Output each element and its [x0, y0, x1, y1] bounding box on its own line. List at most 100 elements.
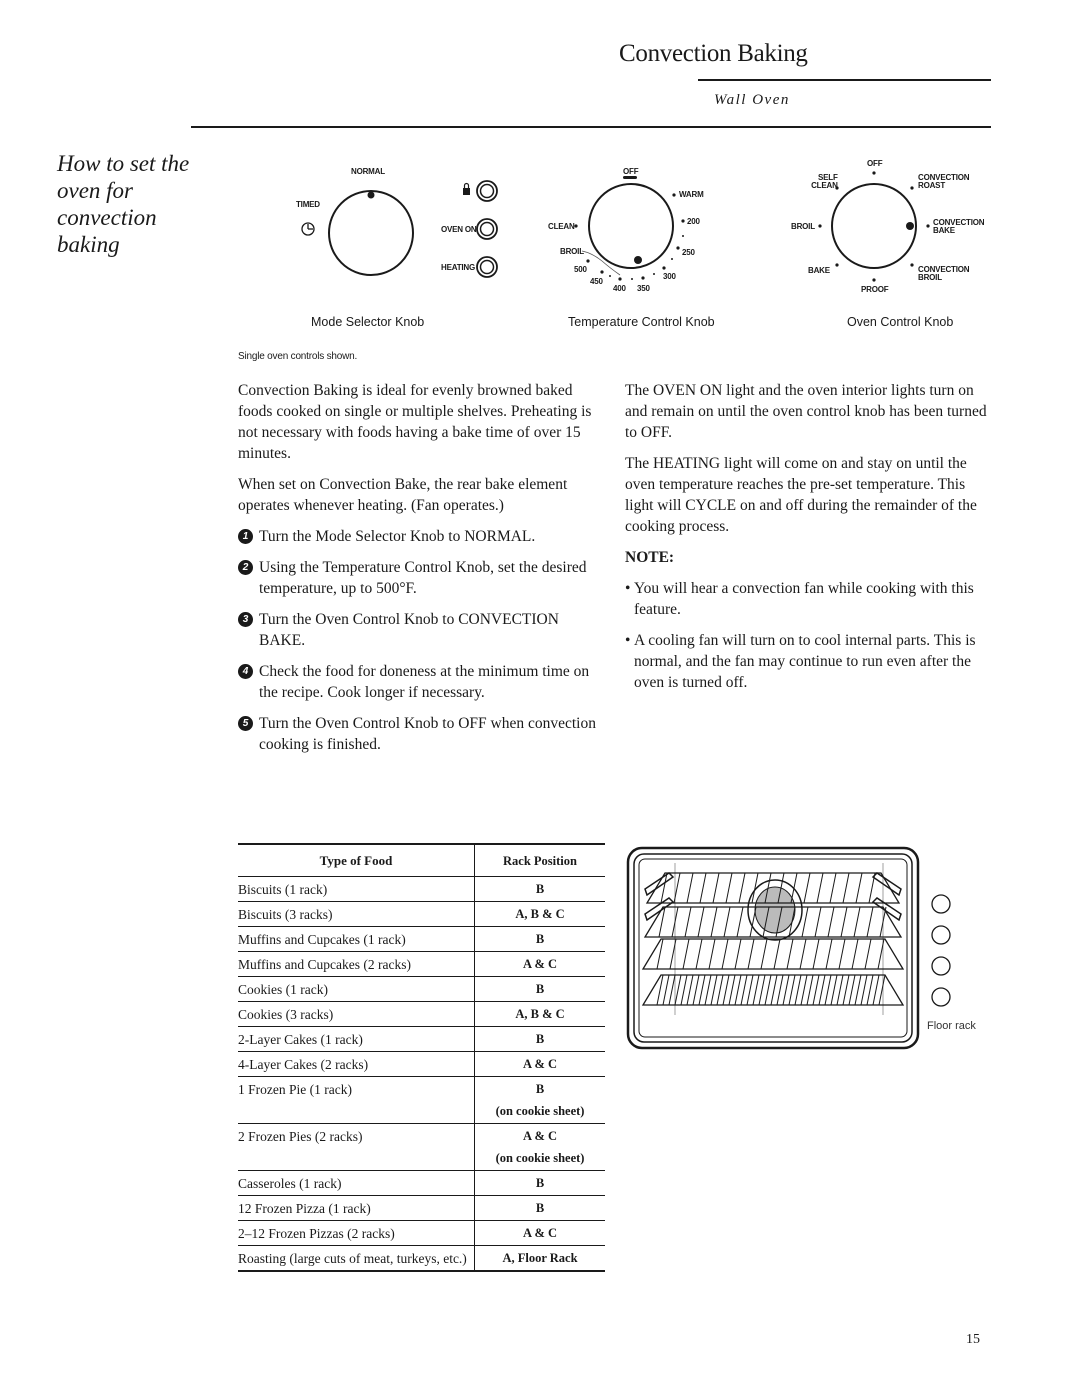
rack-wire: [764, 974, 772, 1006]
controls-note: Single oven controls shown.: [238, 351, 358, 362]
food-type-cell: 1 Frozen Pie (1 rack): [238, 1076, 475, 1124]
step-text: Turn the Oven Control Knob to OFF when c…: [259, 715, 596, 753]
rack-position-cell: A & C: [474, 951, 605, 977]
food-type-cell: Roasting (large cuts of meat, turkeys, e…: [238, 1245, 475, 1272]
label-timed: TIMED: [296, 200, 320, 209]
rack-wire: [725, 872, 733, 904]
rack-position-table: Type of Food Rack Position Biscuits (1 r…: [238, 843, 605, 1272]
bullet-text: You will hear a convection fan while coo…: [634, 580, 974, 618]
step-number-icon: 3: [238, 612, 253, 627]
label-heating: HEATING: [441, 263, 476, 272]
table-row: 4-Layer Cakes (2 racks) A & C: [238, 1051, 605, 1077]
mode-normal-marker: [367, 191, 375, 199]
rack-position-cell: A & C: [474, 1051, 605, 1077]
step-text: Turn the Mode Selector Knob to NORMAL.: [259, 528, 536, 545]
rack-wire: [738, 872, 746, 904]
rack-position-value: A & C: [522, 1057, 558, 1071]
rack-wire: [825, 938, 833, 970]
rack-wire: [842, 974, 850, 1006]
food-type-cell: 2–12 Frozen Pizzas (2 racks): [238, 1220, 475, 1246]
section-rule: [191, 126, 991, 128]
rack-wire: [836, 974, 844, 1006]
table-row: Roasting (large cuts of meat, turkeys, e…: [238, 1245, 605, 1272]
rack-wire: [860, 974, 868, 1006]
oven-mode-dots: [818, 171, 930, 282]
rack-wire: [721, 938, 729, 970]
rack-wire: [728, 974, 736, 1006]
rack-position-note: (on cookie sheet): [495, 1104, 585, 1118]
rack-position-value: B: [535, 1176, 545, 1190]
rack-wire: [814, 906, 822, 938]
rack-wire: [782, 974, 790, 1006]
oven-label-off: OFF: [867, 159, 883, 168]
header-type-of-food: Type of Food: [238, 843, 475, 877]
oven-label-roast: ROAST: [918, 181, 946, 190]
rack-position-value: A, Floor Rack: [502, 1251, 578, 1265]
intro-paragraph: Convection Baking is ideal for evenly br…: [238, 382, 592, 462]
caption-oven-control: Oven Control Knob: [847, 315, 954, 329]
rack-wire: [684, 906, 692, 938]
page-number: 15: [966, 1332, 980, 1347]
step-text: Check the food for doneness at the minim…: [259, 663, 590, 701]
step-number-icon: 2: [238, 560, 253, 575]
step-4: 4 Check the food for doneness at the min…: [238, 661, 608, 703]
temp-knob-pointer: [634, 256, 642, 264]
rack-position-markers: [931, 894, 951, 1007]
caption-temperature: Temperature Control Knob: [568, 315, 715, 329]
temp-label-350: 350: [637, 284, 650, 293]
rack-wire: [803, 872, 811, 904]
table-header-row: Type of Food Rack Position: [238, 843, 605, 877]
rack-position-value: B: [535, 1032, 545, 1046]
oven-rack: [641, 938, 905, 970]
rack-wire: [674, 974, 682, 1006]
rack-wire: [699, 872, 707, 904]
heating-indicator: [476, 256, 498, 278]
rack-wire: [716, 974, 724, 1006]
rack-wire: [734, 974, 742, 1006]
note-bullet: • A cooling fan will turn on to cool int…: [625, 630, 990, 693]
timer-icon: [301, 222, 315, 236]
rack-wire: [734, 938, 742, 970]
oven-on-indicator: [476, 218, 498, 240]
rack-position-cell: B: [474, 1026, 605, 1052]
rack-marker-b: [931, 925, 951, 945]
rack-wire: [812, 974, 820, 1006]
rack-wire: [878, 974, 886, 1006]
step-3: 3 Turn the Oven Control Knob to CONVECTI…: [238, 609, 608, 651]
rack-wire: [812, 938, 820, 970]
rack-wire: [758, 974, 766, 1006]
rack-position-value: B: [535, 932, 545, 946]
rack-wire: [799, 938, 807, 970]
mode-selector-knob: [328, 190, 414, 276]
label-oven-on: OVEN ON: [441, 225, 477, 234]
rack-wire: [695, 938, 703, 970]
lock-indicator: [476, 180, 498, 202]
table-row: Cookies (3 racks) A, B & C: [238, 1001, 605, 1027]
rack-wire: [686, 872, 694, 904]
temp-label-warm: WARM: [679, 190, 704, 199]
temp-label-500: 500: [574, 265, 587, 274]
temp-label-clean: CLEAN: [548, 222, 575, 231]
oven-label-broil: BROIL: [791, 222, 815, 231]
table-row: Biscuits (1 rack) B: [238, 876, 605, 902]
oven-label-convection-roast: CONVECTION ROAST: [918, 174, 970, 190]
rack-wire: [776, 974, 784, 1006]
rack-wire: [848, 974, 856, 1006]
rack-position-cell: A & C: [474, 1220, 605, 1246]
step-5: 5 Turn the Oven Control Knob to OFF when…: [238, 713, 608, 755]
food-type-cell: 12 Frozen Pizza (1 rack): [238, 1195, 475, 1221]
food-type-cell: Biscuits (3 racks): [238, 901, 475, 927]
rack-wire: [686, 974, 694, 1006]
rack-wire: [827, 906, 835, 938]
rack-position-cell: A & C (on cookie sheet): [474, 1123, 605, 1171]
rack-wire: [704, 974, 712, 1006]
oven-label-self: SELF: [818, 173, 838, 182]
oven-label-bake-conv: BAKE: [933, 226, 955, 235]
food-type-cell: Biscuits (1 rack): [238, 876, 475, 902]
note-heading: NOTE:: [625, 549, 675, 566]
temperature-knob: [588, 183, 674, 269]
rack-wire: [710, 974, 718, 1006]
oven-label-convection-broil: CONVECTION BROIL: [918, 266, 970, 282]
rack-position-value: A & C: [522, 1129, 558, 1143]
rack-position-cell: A, B & C: [474, 1001, 605, 1027]
